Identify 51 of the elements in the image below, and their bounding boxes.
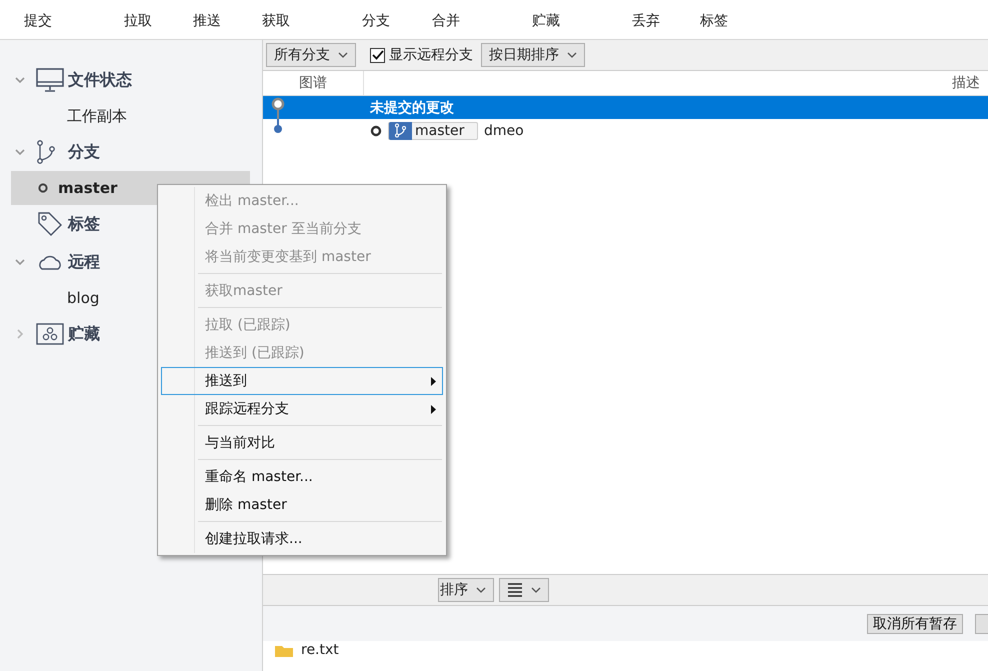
commit-description: dmeo — [484, 122, 524, 138]
unstage-all-button[interactable]: 取消所有暂存 — [867, 614, 963, 634]
folder-icon — [275, 643, 293, 657]
toolbar-button[interactable]: 合并 — [430, 11, 462, 31]
caret-icon — [567, 52, 577, 58]
sort-dropdown[interactable]: 按日期排序 — [481, 43, 585, 67]
toolbar-button[interactable]: 标签 — [698, 11, 730, 31]
menu-item[interactable]: 与当前对比 — [161, 429, 443, 457]
file-name[interactable]: re.txt — [301, 642, 339, 658]
section-header[interactable]: 文件状态 — [68, 70, 132, 90]
checkbox-label[interactable]: 显示远程分支 — [389, 46, 473, 64]
column-header[interactable]: 描述 — [364, 71, 988, 95]
section-header[interactable]: 标签 — [68, 214, 100, 234]
branch-icon — [394, 123, 407, 138]
toolbar-button[interactable]: 推送 — [191, 11, 223, 31]
branch-filter-dropdown[interactable]: 所有分支 — [266, 43, 356, 67]
toolbar-button[interactable]: 提交 — [22, 11, 54, 31]
stash-icon — [36, 323, 64, 345]
caret-icon — [476, 587, 486, 593]
current-branch-icon — [38, 183, 48, 193]
section-header[interactable]: 分支 — [68, 142, 100, 162]
sidebar-item[interactable]: 工作副本 — [11, 99, 250, 133]
tag-icon — [36, 211, 62, 237]
column-header[interactable]: 图谱 — [263, 71, 364, 95]
toolbar-button[interactable] — [975, 614, 988, 634]
checkmark-icon — [372, 49, 384, 61]
menu-item[interactable]: 推送到 — [161, 367, 443, 395]
menu-item[interactable]: 重命名 master... — [161, 463, 443, 491]
branch-icon — [36, 140, 56, 164]
caret-icon — [531, 587, 541, 593]
sort-dropdown[interactable]: 排序 — [438, 578, 494, 602]
view-mode-dropdown[interactable] — [499, 578, 549, 602]
toolbar-button[interactable]: 拉取 — [122, 11, 154, 31]
menu-item[interactable]: 创建拉取请求... — [161, 525, 443, 553]
checkbox[interactable] — [370, 48, 385, 62]
toolbar-button[interactable]: 丢弃 — [630, 11, 662, 31]
head-marker-icon — [370, 124, 382, 136]
toolbar-button[interactable]: 获取 — [260, 11, 292, 31]
commit-row[interactable]: 未提交的更改 — [263, 96, 988, 119]
monitor-icon — [36, 68, 64, 92]
caret-icon — [338, 52, 348, 58]
section-header[interactable]: 远程 — [68, 252, 100, 272]
commit-row[interactable]: master dmeo — [263, 119, 988, 142]
commit-description: 未提交的更改 — [370, 98, 454, 116]
toolbar-button[interactable]: 贮藏 — [530, 11, 562, 31]
toolbar-button[interactable]: 分支 — [360, 11, 392, 31]
section-header[interactable]: 贮藏 — [68, 324, 100, 344]
list-icon — [507, 582, 523, 598]
branch-label: master — [388, 122, 478, 140]
menu-item[interactable]: 跟踪远程分支 — [161, 395, 443, 423]
menu-item[interactable]: 删除 master — [161, 491, 443, 519]
